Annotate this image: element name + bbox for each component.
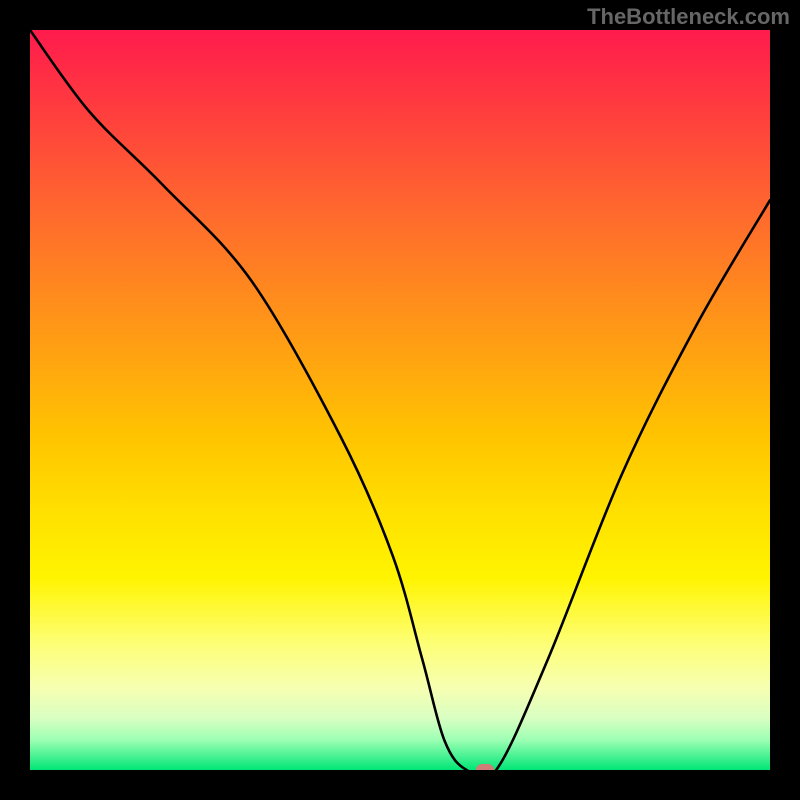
- chart-frame: TheBottleneck.com: [0, 0, 800, 800]
- watermark-label: TheBottleneck.com: [587, 4, 790, 30]
- bottleneck-curve: [30, 30, 770, 770]
- optimum-marker: [476, 764, 494, 770]
- plot-area: [30, 30, 770, 770]
